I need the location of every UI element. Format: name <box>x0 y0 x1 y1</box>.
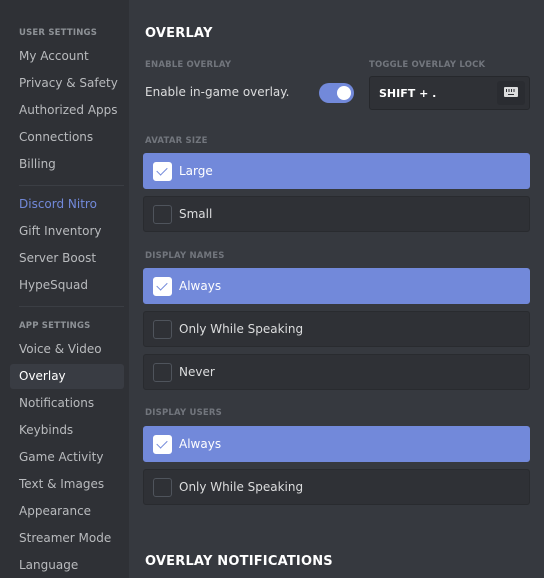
option-label: Only While Speaking <box>179 322 304 336</box>
option-label: Always <box>179 437 222 451</box>
display-names-option-only-while-speaking[interactable]: Only While Speaking <box>143 311 530 347</box>
enable-overlay-text: Enable in-game overlay. <box>145 85 290 99</box>
user-settings-header: USER SETTINGS <box>19 28 98 38</box>
enable-overlay-label: ENABLE OVERLAY <box>145 60 232 70</box>
page-title: OVERLAY <box>145 26 213 41</box>
sidebar-item-privacy-safety[interactable]: Privacy & Safety <box>10 71 124 96</box>
checkmark-icon <box>156 437 168 449</box>
display-names-label: DISPLAY NAMES <box>145 251 225 261</box>
sidebar-item-notifications[interactable]: Notifications <box>10 391 124 416</box>
sidebar-item-game-activity[interactable]: Game Activity <box>10 445 124 470</box>
sidebar-item-connections[interactable]: Connections <box>10 125 124 150</box>
checkbox <box>153 320 172 339</box>
sidebar-divider <box>19 185 124 186</box>
checkbox <box>153 478 172 497</box>
option-label: Small <box>179 207 213 221</box>
checkbox <box>153 435 172 454</box>
display-users-option-only-while-speaking[interactable]: Only While Speaking <box>143 469 530 505</box>
enable-overlay-toggle[interactable] <box>319 83 354 103</box>
checkbox <box>153 277 172 296</box>
display-users-label: DISPLAY USERS <box>145 408 222 418</box>
sidebar-item-discord-nitro[interactable]: Discord Nitro <box>10 192 124 217</box>
sidebar-item-my-account[interactable]: My Account <box>10 44 124 69</box>
keybind-value: SHIFT + . <box>379 87 437 100</box>
option-label: Always <box>179 279 222 293</box>
checkmark-icon <box>156 279 168 291</box>
toggle-knob <box>337 86 351 100</box>
avatar-size-option-large[interactable]: Large <box>143 153 530 189</box>
toggle-overlay-lock-label: TOGGLE OVERLAY LOCK <box>369 60 486 70</box>
sidebar-item-billing[interactable]: Billing <box>10 152 124 177</box>
avatar-size-option-small[interactable]: Small <box>143 196 530 232</box>
checkbox <box>153 205 172 224</box>
option-label: Large <box>179 164 213 178</box>
sidebar-item-server-boost[interactable]: Server Boost <box>10 246 124 271</box>
display-names-option-never[interactable]: Never <box>143 354 530 390</box>
sidebar-item-language[interactable]: Language <box>10 553 124 578</box>
sidebar-item-hypesquad[interactable]: HypeSquad <box>10 273 124 298</box>
sidebar-item-text-images[interactable]: Text & Images <box>10 472 124 497</box>
avatar-size-label: AVATAR SIZE <box>145 136 208 146</box>
display-users-option-always[interactable]: Always <box>143 426 530 462</box>
overlay-lock-keybind-input[interactable]: SHIFT + . <box>369 76 530 110</box>
sidebar-item-authorized-apps[interactable]: Authorized Apps <box>10 98 124 123</box>
overlay-settings-panel: OVERLAY ENABLE OVERLAY Enable in-game ov… <box>129 0 544 578</box>
checkbox <box>153 363 172 382</box>
app-settings-header: APP SETTINGS <box>19 321 91 331</box>
sidebar-item-voice-video[interactable]: Voice & Video <box>10 337 124 362</box>
sidebar-divider <box>19 306 124 307</box>
sidebar-item-gift-inventory[interactable]: Gift Inventory <box>10 219 124 244</box>
settings-sidebar: USER SETTINGS My Account Privacy & Safet… <box>0 0 129 578</box>
sidebar-item-appearance[interactable]: Appearance <box>10 499 124 524</box>
record-keybind-button[interactable] <box>497 81 525 105</box>
keyboard-icon <box>504 87 518 97</box>
overlay-notifications-title: OVERLAY NOTIFICATIONS <box>145 554 333 569</box>
option-label: Never <box>179 365 215 379</box>
display-names-option-always[interactable]: Always <box>143 268 530 304</box>
checkmark-icon <box>156 164 168 176</box>
sidebar-item-streamer-mode[interactable]: Streamer Mode <box>10 526 124 551</box>
sidebar-item-overlay[interactable]: Overlay <box>10 364 124 389</box>
checkbox <box>153 162 172 181</box>
sidebar-item-keybinds[interactable]: Keybinds <box>10 418 124 443</box>
option-label: Only While Speaking <box>179 480 304 494</box>
